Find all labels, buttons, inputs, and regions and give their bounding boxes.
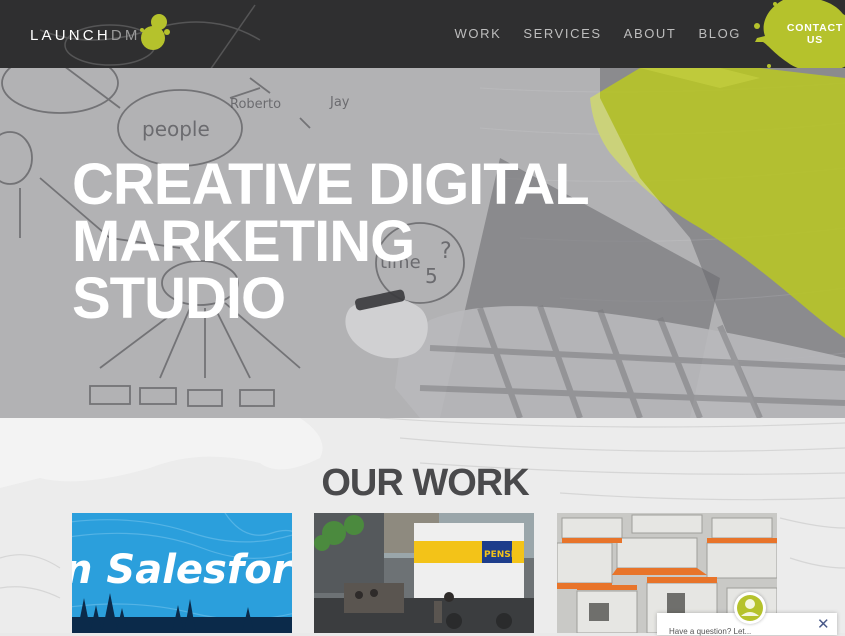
salesforce-tile-text: n Salesfor xyxy=(72,547,292,593)
work-tile-salesforce[interactable]: n Salesfor xyxy=(72,513,292,633)
svg-text:Roberto: Roberto xyxy=(230,97,281,112)
nav-work[interactable]: WORK xyxy=(455,26,502,41)
contact-line1: CONTACT xyxy=(786,22,844,34)
penske-tile-text: PENSKE xyxy=(484,550,524,560)
hero-headline-line3: STUDIO xyxy=(72,266,286,331)
nav-about[interactable]: ABOUT xyxy=(624,26,677,41)
our-work-section: OUR WORK n Salesfor PENSKE xyxy=(0,418,845,633)
contact-us-button[interactable]: CONTACT US xyxy=(780,22,845,46)
chat-avatar-splat-icon xyxy=(737,595,763,621)
contact-line2: US xyxy=(806,34,824,46)
nav-services[interactable]: SERVICES xyxy=(523,26,601,41)
nav-blog[interactable]: BLOG xyxy=(698,26,741,41)
salesforce-project-image: n Salesfor xyxy=(72,513,292,633)
hero-headline: CREATIVE DIGITAL MARKETING STUDIO xyxy=(72,152,590,331)
chat-close-icon[interactable]: ✕ xyxy=(817,617,830,632)
work-tile-penske[interactable]: PENSKE xyxy=(314,513,534,633)
logo-text: LAUNCHDM xyxy=(30,26,141,44)
chat-prompt-text: Have a question? Let... xyxy=(669,627,752,636)
main-nav: WORK SERVICES ABOUT BLOG xyxy=(433,26,741,41)
penske-truck-project-image: PENSKE xyxy=(314,513,534,633)
our-work-title: OUR WORK xyxy=(321,462,529,504)
site-logo[interactable]: LAUNCHDM xyxy=(30,14,173,52)
hero-headline-line1: CREATIVE DIGITAL xyxy=(72,152,590,217)
sketch-word-people: people xyxy=(142,117,210,141)
hero-section: people Roberto Jay time ? 5 CREATIVE DIG… xyxy=(0,68,845,418)
logo-splat-icon xyxy=(139,14,170,50)
hero-headline-line2: MARKETING xyxy=(72,209,415,274)
site-header: LAUNCHDM WORK SERVICES ABOUT BLOG xyxy=(0,0,845,68)
svg-text:Jay: Jay xyxy=(329,95,350,110)
chat-avatar-icon[interactable] xyxy=(734,592,766,624)
